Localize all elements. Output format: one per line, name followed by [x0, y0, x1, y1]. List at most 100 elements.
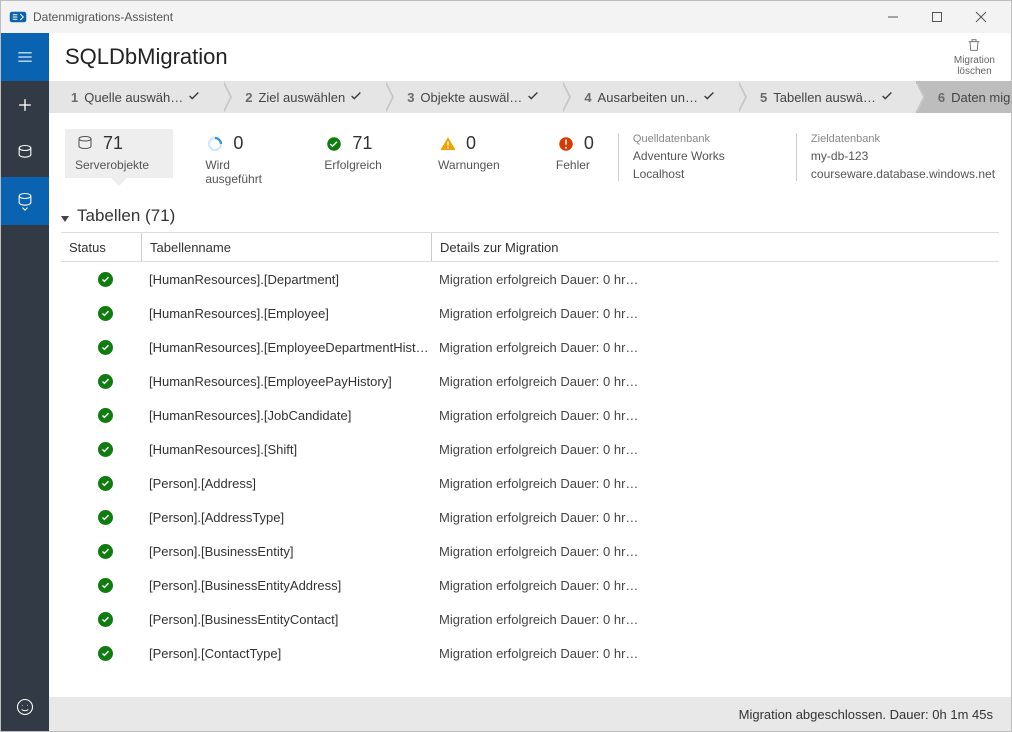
wizard-step-4[interactable]: 4Ausarbeiten un…	[562, 81, 738, 113]
wizard-step-3[interactable]: 3Objekte auswäl…	[385, 81, 562, 113]
migration-nav-button[interactable]	[1, 177, 49, 225]
wizard-step-num: 4	[584, 90, 591, 105]
check-icon	[349, 89, 363, 106]
table-row[interactable]: [Person].[BusinessEntityContact]Migratio…	[61, 602, 999, 636]
project-title: SQLDbMigration	[65, 44, 228, 70]
table-row[interactable]: [HumanResources].[Shift]Migration erfolg…	[61, 432, 999, 466]
success-icon	[98, 510, 113, 525]
row-status	[61, 510, 141, 525]
table-row[interactable]: [HumanResources].[Employee]Migration erf…	[61, 296, 999, 330]
row-status	[61, 476, 141, 491]
status-bar: Migration abgeschlossen. Dauer: 0h 1m 45…	[49, 697, 1011, 731]
table-row[interactable]: [Person].[BusinessEntityAddress]Migratio…	[61, 568, 999, 602]
row-migration-detail: Migration erfolgreich Dauer: 0 hr…	[431, 578, 999, 593]
row-status	[61, 408, 141, 423]
row-migration-detail: Migration erfolgreich Dauer: 0 hr…	[431, 510, 999, 525]
table-row[interactable]: [Person].[ContactType]Migration erfolgre…	[61, 636, 999, 670]
wizard-step-6[interactable]: 6Daten migrieren	[916, 81, 1011, 113]
stat-errors-value: 0	[584, 133, 594, 154]
stat-errors[interactable]: 0 Fehler	[546, 129, 618, 178]
success-icon	[324, 134, 344, 154]
row-table-name: [Person].[BusinessEntityAddress]	[141, 578, 431, 593]
check-icon	[702, 89, 716, 106]
wizard-step-num: 6	[938, 90, 945, 105]
success-icon	[98, 408, 113, 423]
col-status[interactable]: Status	[61, 240, 141, 255]
assessment-nav-button[interactable]	[1, 129, 49, 177]
new-project-button[interactable]	[1, 81, 49, 129]
title-bar: Datenmigrations-Assistent	[1, 1, 1011, 33]
minimize-button[interactable]	[871, 1, 915, 33]
row-migration-detail: Migration erfolgreich Dauer: 0 hr…	[431, 408, 999, 423]
wizard-steps: 1Quelle auswäh…2Ziel auswählen3Objekte a…	[49, 81, 1011, 113]
success-icon	[98, 578, 113, 593]
stat-warnings[interactable]: 0 Warnungen	[428, 129, 524, 178]
row-status	[61, 578, 141, 593]
success-icon	[98, 646, 113, 661]
row-table-name: [HumanResources].[Employee]	[141, 306, 431, 321]
row-table-name: [HumanResources].[Shift]	[141, 442, 431, 457]
row-table-name: [Person].[BusinessEntity]	[141, 544, 431, 559]
source-db-heading: Quelldatenbank	[633, 133, 768, 145]
row-table-name: [HumanResources].[EmployeeDepartmentHist…	[141, 340, 431, 355]
trash-icon	[966, 37, 982, 53]
summary-bar: 71 Serverobjekte 0 Wird ausgeführt	[49, 113, 1011, 200]
row-migration-detail: Migration erfolgreich Dauer: 0 hr…	[431, 646, 999, 661]
wizard-step-1[interactable]: 1Quelle auswäh…	[49, 81, 223, 113]
spinner-icon	[205, 134, 225, 154]
delete-label-1: Migration	[954, 55, 995, 66]
stat-server-objects[interactable]: 71 Serverobjekte	[65, 129, 173, 178]
row-migration-detail: Migration erfolgreich Dauer: 0 hr…	[431, 374, 999, 389]
success-icon	[98, 612, 113, 627]
table-row[interactable]: [HumanResources].[EmployeePayHistory]Mig…	[61, 364, 999, 398]
wizard-step-num: 1	[71, 90, 78, 105]
status-text: Migration abgeschlossen. Dauer: 0h 1m 45…	[739, 707, 993, 722]
target-db-name: my-db-123	[811, 149, 995, 163]
success-icon	[98, 544, 113, 559]
wizard-step-num: 2	[245, 90, 252, 105]
row-status	[61, 442, 141, 457]
app-logo-icon	[9, 8, 27, 26]
table-row[interactable]: [HumanResources].[Department]Migration e…	[61, 262, 999, 296]
wizard-step-label: Objekte auswäl…	[420, 90, 522, 105]
tables-grid-header: Status Tabellenname Details zur Migratio…	[61, 232, 999, 262]
row-migration-detail: Migration erfolgreich Dauer: 0 hr…	[431, 476, 999, 491]
table-row[interactable]: [Person].[Address]Migration erfolgreich …	[61, 466, 999, 500]
stat-warnings-label: Warnungen	[438, 158, 500, 172]
row-table-name: [Person].[AddressType]	[141, 510, 431, 525]
close-button[interactable]	[959, 1, 1003, 33]
table-row[interactable]: [Person].[BusinessEntity]Migration erfol…	[61, 534, 999, 568]
wizard-step-2[interactable]: 2Ziel auswählen	[223, 81, 385, 113]
row-table-name: [Person].[ContactType]	[141, 646, 431, 661]
delete-label-2: löschen	[957, 66, 991, 77]
col-name[interactable]: Tabellenname	[141, 233, 431, 261]
stat-in-progress-label: Wird ausgeführt	[205, 158, 268, 186]
row-status	[61, 612, 141, 627]
row-status	[61, 340, 141, 355]
content-area: SQLDbMigration Migration löschen 1Quelle…	[49, 33, 1011, 731]
wizard-step-5[interactable]: 5Tabellen auswä…	[738, 81, 916, 113]
maximize-button[interactable]	[915, 1, 959, 33]
table-row[interactable]: [HumanResources].[JobCandidate]Migration…	[61, 398, 999, 432]
window-title: Datenmigrations-Assistent	[33, 10, 173, 24]
row-status	[61, 306, 141, 321]
tables-grid: Status Tabellenname Details zur Migratio…	[49, 232, 1011, 697]
check-icon	[187, 89, 201, 106]
row-migration-detail: Migration erfolgreich Dauer: 0 hr…	[431, 272, 999, 287]
tables-section-header[interactable]: Tabellen (71)	[49, 200, 1011, 232]
row-table-name: [HumanResources].[JobCandidate]	[141, 408, 431, 423]
col-detail[interactable]: Details zur Migration	[431, 233, 999, 261]
stat-in-progress[interactable]: 0 Wird ausgeführt	[195, 129, 292, 192]
tables-grid-body[interactable]: [HumanResources].[Department]Migration e…	[61, 262, 999, 697]
db-info: Quelldatenbank Adventure Works Localhost…	[618, 129, 995, 181]
wizard-step-label: Tabellen auswä…	[773, 90, 876, 105]
tables-heading-text: Tabellen (71)	[77, 206, 175, 226]
stat-successful[interactable]: 71 Erfolgreich	[314, 129, 405, 178]
delete-migration-button[interactable]: Migration löschen	[954, 37, 995, 77]
table-row[interactable]: [Person].[AddressType]Migration erfolgre…	[61, 500, 999, 534]
row-table-name: [Person].[Address]	[141, 476, 431, 491]
menu-button[interactable]	[1, 33, 49, 81]
feedback-button[interactable]	[1, 683, 49, 731]
stat-errors-label: Fehler	[556, 158, 594, 172]
table-row[interactable]: [HumanResources].[EmployeeDepartmentHist…	[61, 330, 999, 364]
